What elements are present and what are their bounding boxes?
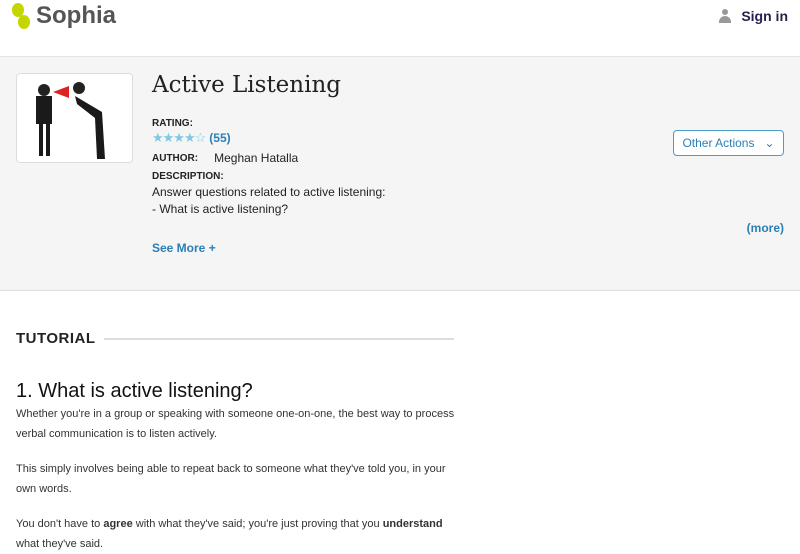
- description-label: DESCRIPTION:: [152, 171, 224, 182]
- paragraph: Whether you're in a group or speaking wi…: [16, 408, 455, 440]
- chevron-down-icon: ⌄: [764, 136, 775, 150]
- logo-text: Sophia: [36, 2, 117, 29]
- site-header: Sophia Sign in: [0, 0, 800, 57]
- sophia-logo[interactable]: Sophia: [10, 2, 116, 30]
- section-title: TUTORIAL: [16, 330, 96, 347]
- logo-mark-icon: [10, 3, 32, 29]
- resource-title: Active Listening: [152, 72, 341, 98]
- author-label: AUTHOR:: [152, 152, 199, 164]
- description-line: - What is active listening?: [152, 202, 289, 216]
- author-name: Meghan Hatalla: [214, 151, 299, 165]
- paragraph: This simply involves being able to repea…: [16, 463, 446, 495]
- more-link[interactable]: (more): [747, 221, 784, 235]
- rating-count[interactable]: (55): [209, 131, 230, 145]
- description-line: Answer questions related to active liste…: [152, 185, 386, 199]
- author-row: AUTHOR: Meghan Hatalla: [152, 151, 298, 165]
- see-more-link[interactable]: See More +: [152, 241, 216, 255]
- other-actions-label: Other Actions: [682, 136, 755, 150]
- tutorial-heading: 1. What is active listening?: [16, 380, 253, 402]
- rating: ★★★★☆ (55): [152, 130, 231, 146]
- emphasis: understand: [382, 518, 443, 530]
- star-rating-icon: ★★★★☆: [152, 130, 206, 145]
- text: with what they've said; you're just prov…: [132, 518, 383, 530]
- other-actions-dropdown[interactable]: Other Actions ⌄: [673, 130, 784, 156]
- resource-summary: Active Listening Other Actions ⌄ RATING:…: [0, 57, 800, 291]
- paragraph: You don't have to agree with what they'v…: [16, 514, 456, 554]
- text: You don't have to: [16, 518, 104, 530]
- sign-in-label: Sign in: [741, 8, 788, 24]
- tutorial-section-header: TUTORIAL: [16, 330, 454, 347]
- emphasis: agree: [103, 518, 133, 530]
- text: what they've said.: [16, 538, 104, 550]
- resource-thumbnail: [16, 73, 133, 163]
- user-icon: [719, 9, 732, 23]
- sign-in-link[interactable]: Sign in: [719, 8, 788, 24]
- rating-label: RATING:: [152, 118, 193, 129]
- divider: [103, 337, 454, 340]
